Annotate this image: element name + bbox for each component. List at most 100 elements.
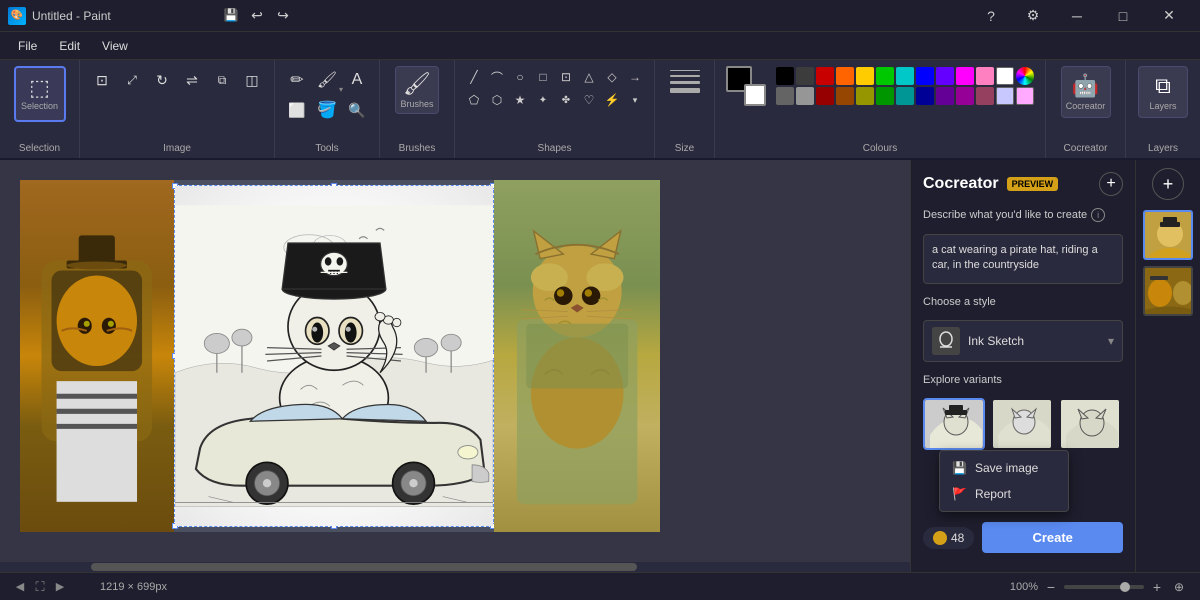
background-color[interactable] (744, 84, 766, 106)
layers-image-btn[interactable]: ⧉ (208, 66, 236, 94)
layers-toolbar-btn[interactable]: ⧉ Layers (1138, 66, 1188, 118)
layer-1-thumb[interactable] (1143, 210, 1193, 260)
canvas-viewport[interactable] (0, 160, 910, 572)
swatch-darkgreen[interactable] (876, 87, 894, 105)
swatch-gray1[interactable] (776, 87, 794, 105)
size-line-1[interactable] (670, 70, 700, 71)
zoom-slider[interactable] (1064, 585, 1144, 589)
star5-shape[interactable]: ★ (509, 89, 531, 111)
eyedropper-btn[interactable]: 🔍 (343, 96, 371, 124)
swatch-navy[interactable] (916, 87, 934, 105)
prompt-textarea[interactable]: a cat wearing a pirate hat, riding a car… (923, 234, 1123, 284)
nav-next-btn[interactable]: ▶ (52, 579, 68, 595)
swatch-black[interactable] (776, 67, 794, 85)
more-shapes[interactable]: ▾ (624, 89, 646, 111)
brushes-icon[interactable]: 🖌 Brushes (395, 66, 439, 114)
diamond-shape[interactable]: ◇ (601, 66, 623, 88)
redo-btn[interactable]: ↪ (272, 4, 294, 26)
eraser-btn[interactable]: ⬜ (283, 96, 311, 124)
swatch-wine[interactable] (976, 87, 994, 105)
sketch-canvas[interactable] (174, 185, 494, 527)
swatch-indigo[interactable] (936, 67, 954, 85)
nav-prev-btn[interactable]: ◀ (12, 579, 28, 595)
swatch-orange[interactable] (836, 67, 854, 85)
rotate-btn[interactable]: ↻ (148, 66, 176, 94)
swatch-darkpurple[interactable] (956, 87, 974, 105)
menu-view[interactable]: View (92, 35, 138, 57)
full-screen-btn[interactable]: ⛶ (32, 579, 48, 595)
variant-1[interactable] (923, 398, 985, 450)
flip-btn[interactable]: ⇌ (178, 66, 206, 94)
swatch-blue[interactable] (916, 67, 934, 85)
swatch-green[interactable] (876, 67, 894, 85)
swatch-red[interactable] (816, 67, 834, 85)
close-btn[interactable]: ✕ (1146, 0, 1192, 32)
size-line-2[interactable] (670, 75, 700, 77)
swatch-darkgray[interactable] (796, 67, 814, 85)
horizontal-scrollbar[interactable] (0, 562, 910, 572)
zoom-out-btn[interactable]: − (1042, 578, 1060, 596)
add-layer-btn[interactable]: + (1152, 168, 1184, 200)
star4-shape[interactable]: ✤ (555, 89, 577, 111)
curve-shape[interactable]: ⌒ (486, 66, 508, 88)
swatch-lavender[interactable] (996, 87, 1014, 105)
layer-2-thumb[interactable] (1143, 266, 1193, 316)
zoom-in-btn[interactable]: + (1148, 578, 1166, 596)
swatch-gray2[interactable] (796, 87, 814, 105)
scrollbar-thumb[interactable] (91, 563, 637, 571)
pentagon-shape[interactable]: ⬠ (463, 89, 485, 111)
size-line-3[interactable] (670, 81, 700, 84)
undo-btn[interactable]: ↩ (246, 4, 268, 26)
style-selector[interactable]: Ink Sketch ▾ (923, 320, 1123, 362)
text-btn[interactable]: A (343, 66, 371, 94)
arrow-shape[interactable]: → (624, 66, 646, 88)
minimize-btn[interactable]: ─ (1054, 0, 1100, 32)
save-image-menu-item[interactable]: 💾 Save image (940, 455, 1068, 481)
menu-file[interactable]: File (8, 35, 47, 57)
size-line-4[interactable] (670, 88, 700, 93)
variant-2[interactable] (991, 398, 1053, 450)
zoom-thumb[interactable] (1120, 582, 1130, 592)
line-shape[interactable]: ╱ (463, 66, 485, 88)
help-icon[interactable]: ? (970, 0, 1012, 32)
pencil-btn[interactable]: ✏ (283, 66, 311, 94)
brush-tool-btn[interactable]: 🖌 ▾ (313, 66, 341, 94)
settings-icon[interactable]: ⚙ (1012, 0, 1054, 32)
layers-toolbar-group: ⧉ Layers Layers (1126, 60, 1200, 158)
report-menu-item[interactable]: 🚩 Report (940, 481, 1068, 507)
swatch-white[interactable] (996, 67, 1014, 85)
info-icon[interactable]: i (1091, 208, 1105, 222)
variant-3[interactable] (1059, 398, 1121, 450)
lightning-shape[interactable]: ⚡ (601, 89, 623, 111)
swatch-pink[interactable] (976, 67, 994, 85)
save-quick-btn[interactable]: 💾 (220, 4, 242, 26)
swatch-magenta[interactable] (956, 67, 974, 85)
zoom-fit-btn[interactable]: ⊕ (1170, 578, 1188, 596)
swatch-yellow[interactable] (856, 67, 874, 85)
triangle-shape[interactable]: △ (578, 66, 600, 88)
cocreator-add-btn[interactable]: + (1099, 172, 1123, 196)
hexagon-shape[interactable]: ⬡ (486, 89, 508, 111)
swatch-darkred[interactable] (816, 87, 834, 105)
erase-btn[interactable]: ◫ (238, 66, 266, 94)
swatch-darkteal[interactable] (896, 87, 914, 105)
resize-btn[interactable]: ⤢ (118, 66, 146, 94)
rect-shape[interactable]: □ (532, 66, 554, 88)
swatch-brown[interactable] (836, 87, 854, 105)
swatch-teal[interactable] (896, 67, 914, 85)
crop-btn[interactable]: ⊡ (88, 66, 116, 94)
maximize-btn[interactable]: □ (1100, 0, 1146, 32)
heart-shape[interactable]: ♡ (578, 89, 600, 111)
menu-edit[interactable]: Edit (49, 35, 90, 57)
create-button[interactable]: Create (982, 522, 1123, 553)
swatch-lightpink[interactable] (1016, 87, 1034, 105)
swatch-purple[interactable] (936, 87, 954, 105)
selection-btn[interactable]: ⬚ Selection (14, 66, 66, 122)
fill-btn[interactable]: 🪣 (313, 96, 341, 124)
oval-shape[interactable]: ○ (509, 66, 531, 88)
swatch-olive[interactable] (856, 87, 874, 105)
star6-shape[interactable]: ✦ (532, 89, 554, 111)
cocreator-toolbar-btn[interactable]: 🤖 Cocreator (1061, 66, 1111, 118)
rect-outline[interactable]: ⊡ (555, 66, 577, 88)
swatch-rainbow[interactable] (1016, 67, 1034, 85)
